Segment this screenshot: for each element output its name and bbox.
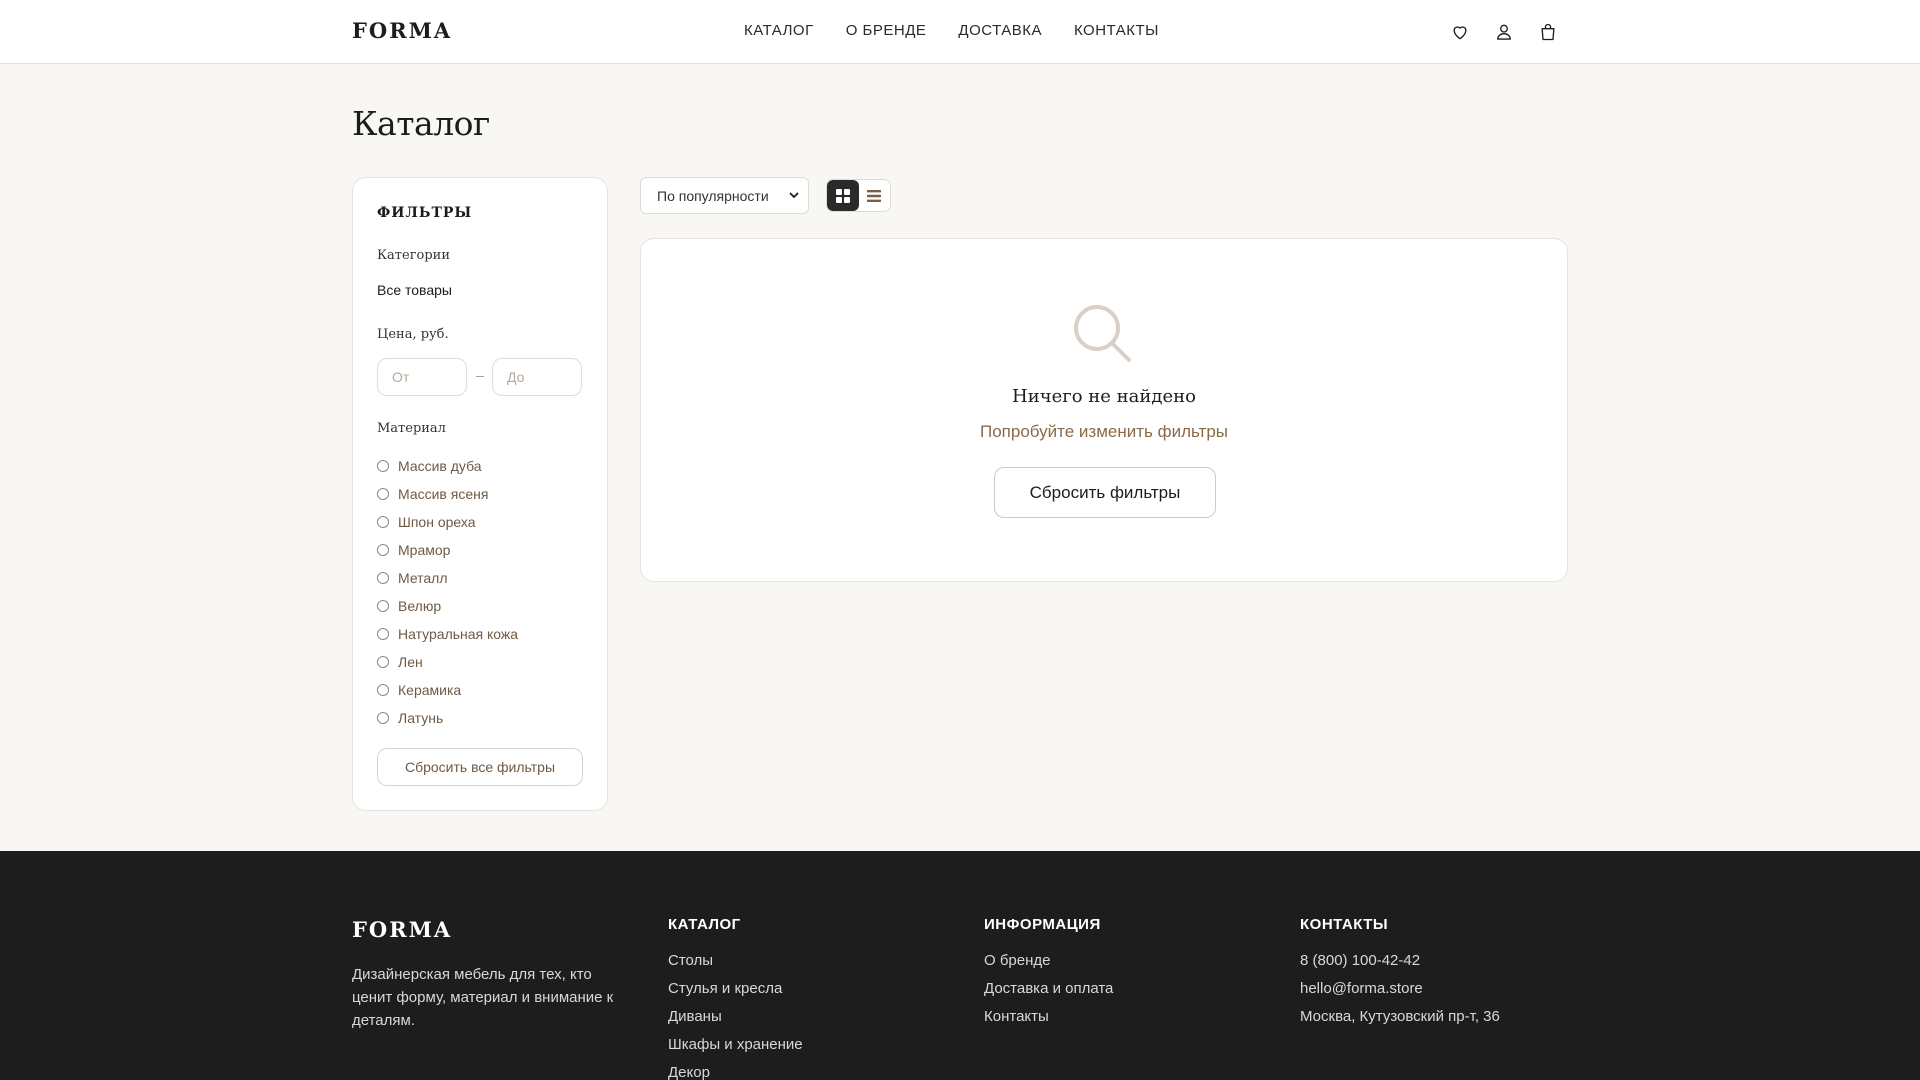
material-option-label: Массив ясеня — [398, 486, 489, 502]
footer-column-contacts: КОНТАКТЫ 8 (800) 100-42-42 hello@forma.s… — [1300, 916, 1500, 1035]
categories-label: Категории — [377, 248, 450, 263]
radio-button[interactable] — [377, 572, 389, 584]
footer-link[interactable]: Столы — [668, 951, 803, 979]
footer-phone[interactable]: 8 (800) 100-42-42 — [1300, 951, 1500, 979]
footer-heading: КОНТАКТЫ — [1300, 916, 1389, 933]
material-option[interactable]: Велюр — [377, 592, 518, 620]
material-label: Материал — [377, 421, 446, 436]
list-view-button[interactable] — [859, 180, 891, 211]
reset-filters-button[interactable]: Сбросить фильтры — [994, 467, 1216, 518]
nav-catalog[interactable]: КАТАЛОГ — [744, 22, 814, 39]
category-all-products[interactable]: Все товары — [377, 282, 452, 298]
material-option[interactable]: Керамика — [377, 676, 518, 704]
radio-button[interactable] — [377, 684, 389, 696]
material-option[interactable]: Латунь — [377, 704, 518, 732]
material-option[interactable]: Натуральная кожа — [377, 620, 518, 648]
material-option[interactable]: Металл — [377, 564, 518, 592]
price-label: Цена, руб. — [377, 327, 449, 342]
bag-icon[interactable] — [1538, 22, 1558, 42]
sort-select[interactable]: По популярности — [640, 177, 809, 214]
footer-link[interactable]: Контакты — [984, 1007, 1113, 1035]
material-list: Массив дуба Массив ясеня Шпон ореха Мрам… — [377, 452, 518, 732]
material-option-label: Массив дуба — [398, 458, 482, 474]
footer-link[interactable]: Стулья и кресла — [668, 979, 803, 1007]
footer-column-info: ИНФОРМАЦИЯ О бренде Доставка и оплата Ко… — [984, 916, 1113, 1035]
radio-button[interactable] — [377, 516, 389, 528]
material-option[interactable]: Лен — [377, 648, 518, 676]
material-option[interactable]: Массив ясеня — [377, 480, 518, 508]
footer-email[interactable]: hello@forma.store — [1300, 979, 1500, 1007]
filters-panel: ФИЛЬТРЫ Категории Все товары Цена, руб. … — [352, 177, 608, 811]
empty-results-card: Ничего не найдено Попробуйте изменить фи… — [640, 238, 1568, 582]
radio-button[interactable] — [377, 628, 389, 640]
footer-link[interactable]: О бренде — [984, 951, 1113, 979]
main-nav: КАТАЛОГ О БРЕНДЕ ДОСТАВКА КОНТАКТЫ — [744, 22, 1191, 39]
footer-description: Дизайнерская мебель для тех, кто ценит ф… — [352, 966, 614, 1029]
reset-all-filters-button[interactable]: Сбросить все фильтры — [377, 748, 583, 786]
footer-link[interactable]: Доставка и оплата — [984, 979, 1113, 1007]
material-option-label: Керамика — [398, 682, 462, 698]
footer-heading: ИНФОРМАЦИЯ — [984, 916, 1101, 933]
material-option-label: Натуральная кожа — [398, 626, 519, 642]
footer-address: Москва, Кутузовский пр-т, 36 — [1300, 1008, 1500, 1025]
footer-column-catalog: КАТАЛОГ Столы Стулья и кресла Диваны Шка… — [668, 916, 803, 1080]
view-toggle — [826, 179, 891, 212]
price-from-input[interactable] — [377, 358, 467, 396]
material-option-label: Лен — [398, 654, 423, 670]
footer-link[interactable]: Диваны — [668, 1007, 803, 1035]
search-icon — [1074, 305, 1131, 362]
sort-select-value: По популярности — [657, 187, 769, 204]
site-footer: FORMA Дизайнерская мебель для тех, кто ц… — [0, 851, 1920, 1080]
nav-contacts[interactable]: КОНТАКТЫ — [1074, 22, 1159, 39]
material-option-label: Латунь — [398, 710, 444, 726]
material-option[interactable]: Массив дуба — [377, 452, 518, 480]
radio-button[interactable] — [377, 656, 389, 668]
price-to-input[interactable] — [492, 358, 582, 396]
user-icon[interactable] — [1494, 22, 1514, 42]
empty-state-title: Ничего не найдено — [1012, 386, 1196, 407]
list-icon — [867, 189, 882, 202]
material-option-label: Металл — [398, 570, 448, 586]
header-icons — [1450, 22, 1558, 42]
nav-about-brand[interactable]: О БРЕНДЕ — [846, 22, 927, 39]
material-option-label: Велюр — [398, 598, 442, 614]
radio-button[interactable] — [377, 712, 389, 724]
radio-button[interactable] — [377, 600, 389, 612]
footer-heading: КАТАЛОГ — [668, 916, 741, 933]
material-option-label: Шпон ореха — [398, 514, 476, 530]
footer-link[interactable]: Шкафы и хранение — [668, 1035, 803, 1063]
footer-link[interactable]: Декор — [668, 1063, 803, 1080]
material-option[interactable]: Мрамор — [377, 536, 518, 564]
empty-state-subtitle: Попробуйте изменить фильтры — [980, 422, 1228, 441]
filters-title: ФИЛЬТРЫ — [377, 205, 473, 221]
grid-icon — [835, 188, 850, 203]
nav-delivery[interactable]: ДОСТАВКА — [958, 22, 1042, 39]
page-title: Каталог — [352, 104, 490, 143]
material-option[interactable]: Шпон ореха — [377, 508, 518, 536]
chevron-down-icon — [789, 192, 799, 198]
radio-button[interactable] — [377, 544, 389, 556]
radio-button[interactable] — [377, 488, 389, 500]
footer-logo[interactable]: FORMA — [352, 917, 452, 942]
price-separator: – — [476, 367, 484, 383]
grid-view-button[interactable] — [827, 180, 859, 211]
logo[interactable]: FORMA — [352, 18, 452, 43]
heart-icon[interactable] — [1450, 22, 1470, 42]
site-header: FORMA КАТАЛОГ О БРЕНДЕ ДОСТАВКА КОНТАКТЫ — [0, 0, 1920, 64]
radio-button[interactable] — [377, 460, 389, 472]
material-option-label: Мрамор — [398, 542, 451, 558]
